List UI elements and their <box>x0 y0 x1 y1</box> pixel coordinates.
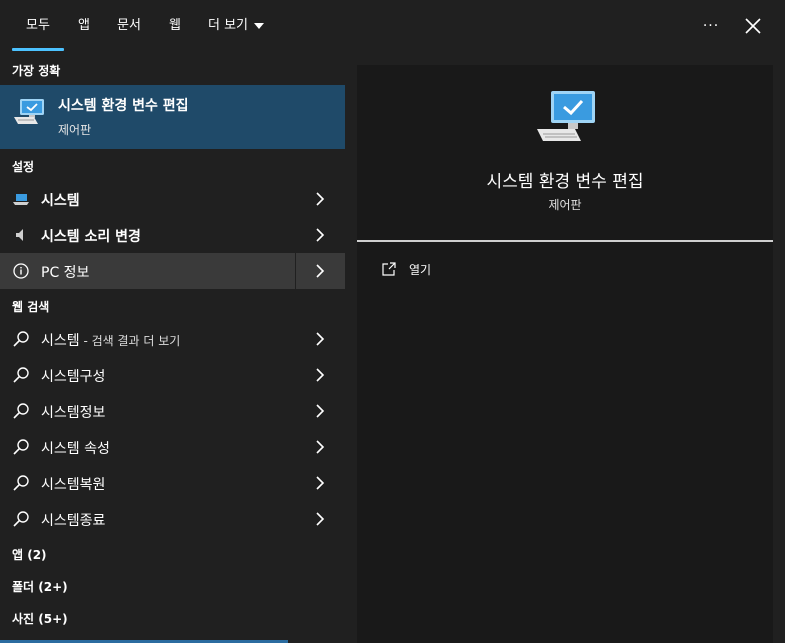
open-action-label: 열기 <box>409 263 432 277</box>
active-tab-indicator <box>12 48 64 51</box>
chevron-right-icon <box>316 368 325 382</box>
preview-title: 시스템 환경 변수 편집 <box>486 172 644 192</box>
close-icon[interactable] <box>741 14 765 38</box>
tab-documents[interactable]: 문서 <box>117 0 141 52</box>
web-item[interactable]: 시스템구성 <box>0 357 345 393</box>
web-item[interactable]: 시스템종료 <box>0 501 345 537</box>
search-icon <box>13 511 29 527</box>
preview-panel: 시스템 환경 변수 편집 제어판 열기 <box>357 65 773 643</box>
best-match-item[interactable]: 시스템 환경 변수 편집 제어판 <box>0 85 345 149</box>
search-icon <box>13 439 29 455</box>
search-icon <box>13 475 29 491</box>
web-item-label: 시스템구성 <box>41 369 106 385</box>
info-icon <box>13 263 29 279</box>
settings-item-label: 시스템 소리 변경 <box>41 229 141 245</box>
best-match-title: 시스템 환경 변수 편집 <box>58 98 189 114</box>
chevron-right-icon <box>316 332 325 346</box>
section-photos[interactable]: 사진 (5+) <box>12 610 68 627</box>
computer-settings-icon <box>14 99 44 124</box>
search-icon <box>13 403 29 419</box>
web-item-label: 시스템정보 <box>41 405 106 421</box>
chevron-right-icon <box>316 228 325 242</box>
web-item[interactable]: 시스템 - 검색 결과 더 보기 <box>0 321 345 357</box>
chevron-right-icon <box>316 440 325 454</box>
web-item[interactable]: 시스템 속성 <box>0 429 345 465</box>
more-options-icon[interactable]: ··· <box>697 14 725 38</box>
tab-web[interactable]: 웹 <box>169 0 181 52</box>
settings-item-sound[interactable]: 시스템 소리 변경 <box>0 217 345 253</box>
tab-apps[interactable]: 앱 <box>78 0 90 52</box>
search-icon <box>13 331 29 347</box>
web-item-label: 시스템복원 <box>41 477 106 493</box>
section-settings: 설정 <box>12 160 35 174</box>
section-apps[interactable]: 앱 (2) <box>12 546 47 563</box>
settings-item-label: PC 정보 <box>41 265 90 281</box>
laptop-icon <box>13 194 29 205</box>
chevron-right-icon <box>316 476 325 490</box>
tab-more-label: 더 보기 <box>208 18 249 33</box>
results-panel: 가장 정확 시스템 환경 변수 편집 제어판 설정 시스템 시스템 소리 변경 <box>0 52 345 643</box>
search-icon <box>13 367 29 383</box>
web-item[interactable]: 시스템복원 <box>0 465 345 501</box>
best-match-subtitle: 제어판 <box>58 123 92 137</box>
preview-divider <box>357 240 773 242</box>
settings-item-pc-info[interactable]: PC 정보 <box>0 253 345 289</box>
computer-settings-icon <box>537 91 595 141</box>
open-external-icon <box>382 262 396 276</box>
speaker-icon <box>16 229 23 241</box>
web-item-label: 시스템 <box>41 333 80 349</box>
section-best-match: 가장 정확 <box>12 64 61 78</box>
web-item[interactable]: 시스템정보 <box>0 393 345 429</box>
chevron-right-icon <box>316 264 325 278</box>
section-folders[interactable]: 폴더 (2+) <box>12 578 68 595</box>
settings-item-system[interactable]: 시스템 <box>0 181 345 217</box>
section-web-search: 웹 검색 <box>12 300 50 314</box>
search-tabs-bar: 모두 앱 문서 웹 더 보기 ··· <box>0 0 785 52</box>
chevron-right-icon <box>316 512 325 526</box>
web-item-label: 시스템 속성 <box>41 441 110 457</box>
web-item-suffix: - 검색 결과 더 보기 <box>79 334 181 348</box>
preview-subtitle: 제어판 <box>548 198 582 212</box>
caret-down-icon <box>254 22 265 29</box>
tab-all[interactable]: 모두 <box>26 0 50 52</box>
tab-more[interactable]: 더 보기 <box>208 0 265 52</box>
chevron-right-icon <box>316 192 325 206</box>
web-item-label: 시스템종료 <box>41 513 106 529</box>
chevron-right-icon <box>316 404 325 418</box>
settings-item-label: 시스템 <box>41 193 80 209</box>
